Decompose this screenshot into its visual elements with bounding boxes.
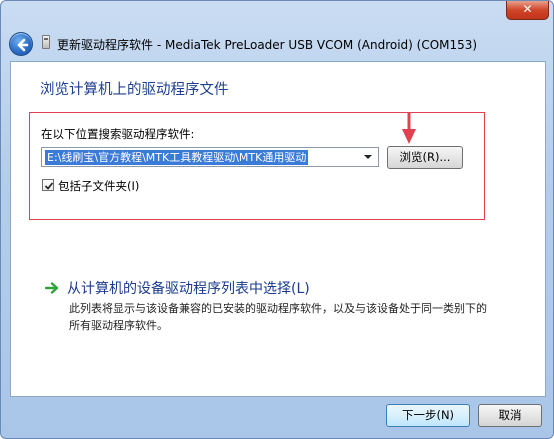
close-icon: ✕ — [522, 2, 533, 16]
green-arrow-icon[interactable] — [45, 281, 59, 295]
back-button[interactable] — [9, 32, 33, 56]
title-bar: 更新驱动程序软件 - MediaTek PreLoader USB VCOM (… — [1, 1, 553, 61]
pick-from-list-link[interactable]: 从计算机的设备驱动程序列表中选择(L) — [67, 278, 310, 298]
path-input-value[interactable]: E:\线刷宝\官方教程\MTK工具教程驱动\MTK通用驱动 — [45, 150, 309, 165]
browse-button[interactable]: 浏览(R)... — [387, 146, 463, 169]
cancel-button[interactable]: 取消 — [478, 404, 542, 427]
include-subfolders-checkbox[interactable] — [42, 179, 54, 191]
pick-from-list-description: 此列表将显示与该设备兼容的已安装的驱动程序软件，以及与该设备处于同一类别下的所有… — [69, 302, 487, 332]
dialog-window: 更新驱动程序软件 - MediaTek PreLoader USB VCOM (… — [0, 0, 554, 439]
next-button[interactable]: 下一步(N) — [386, 404, 470, 427]
checkmark-icon — [44, 182, 54, 190]
dropdown-arrow-icon[interactable] — [364, 155, 372, 159]
red-arrow-icon — [402, 113, 416, 144]
device-icon — [42, 35, 50, 49]
search-location-label: 在以下位置搜索驱动程序软件: — [41, 127, 195, 141]
window-title: 更新驱动程序软件 - MediaTek PreLoader USB VCOM (… — [57, 38, 478, 52]
back-arrow-icon — [17, 38, 29, 52]
page-heading: 浏览计算机上的驱动程序文件 — [40, 82, 229, 98]
close-button[interactable]: ✕ — [506, 1, 549, 20]
path-combobox[interactable]: E:\线刷宝\官方教程\MTK工具教程驱动\MTK通用驱动 — [41, 147, 379, 167]
include-subfolders-label[interactable]: 包括子文件夹(I) — [58, 178, 139, 194]
content-panel: 浏览计算机上的驱动程序文件 在以下位置搜索驱动程序软件: E:\线刷宝\官方教程… — [10, 61, 546, 397]
footer-bar: 下一步(N) 取消 — [1, 398, 553, 439]
